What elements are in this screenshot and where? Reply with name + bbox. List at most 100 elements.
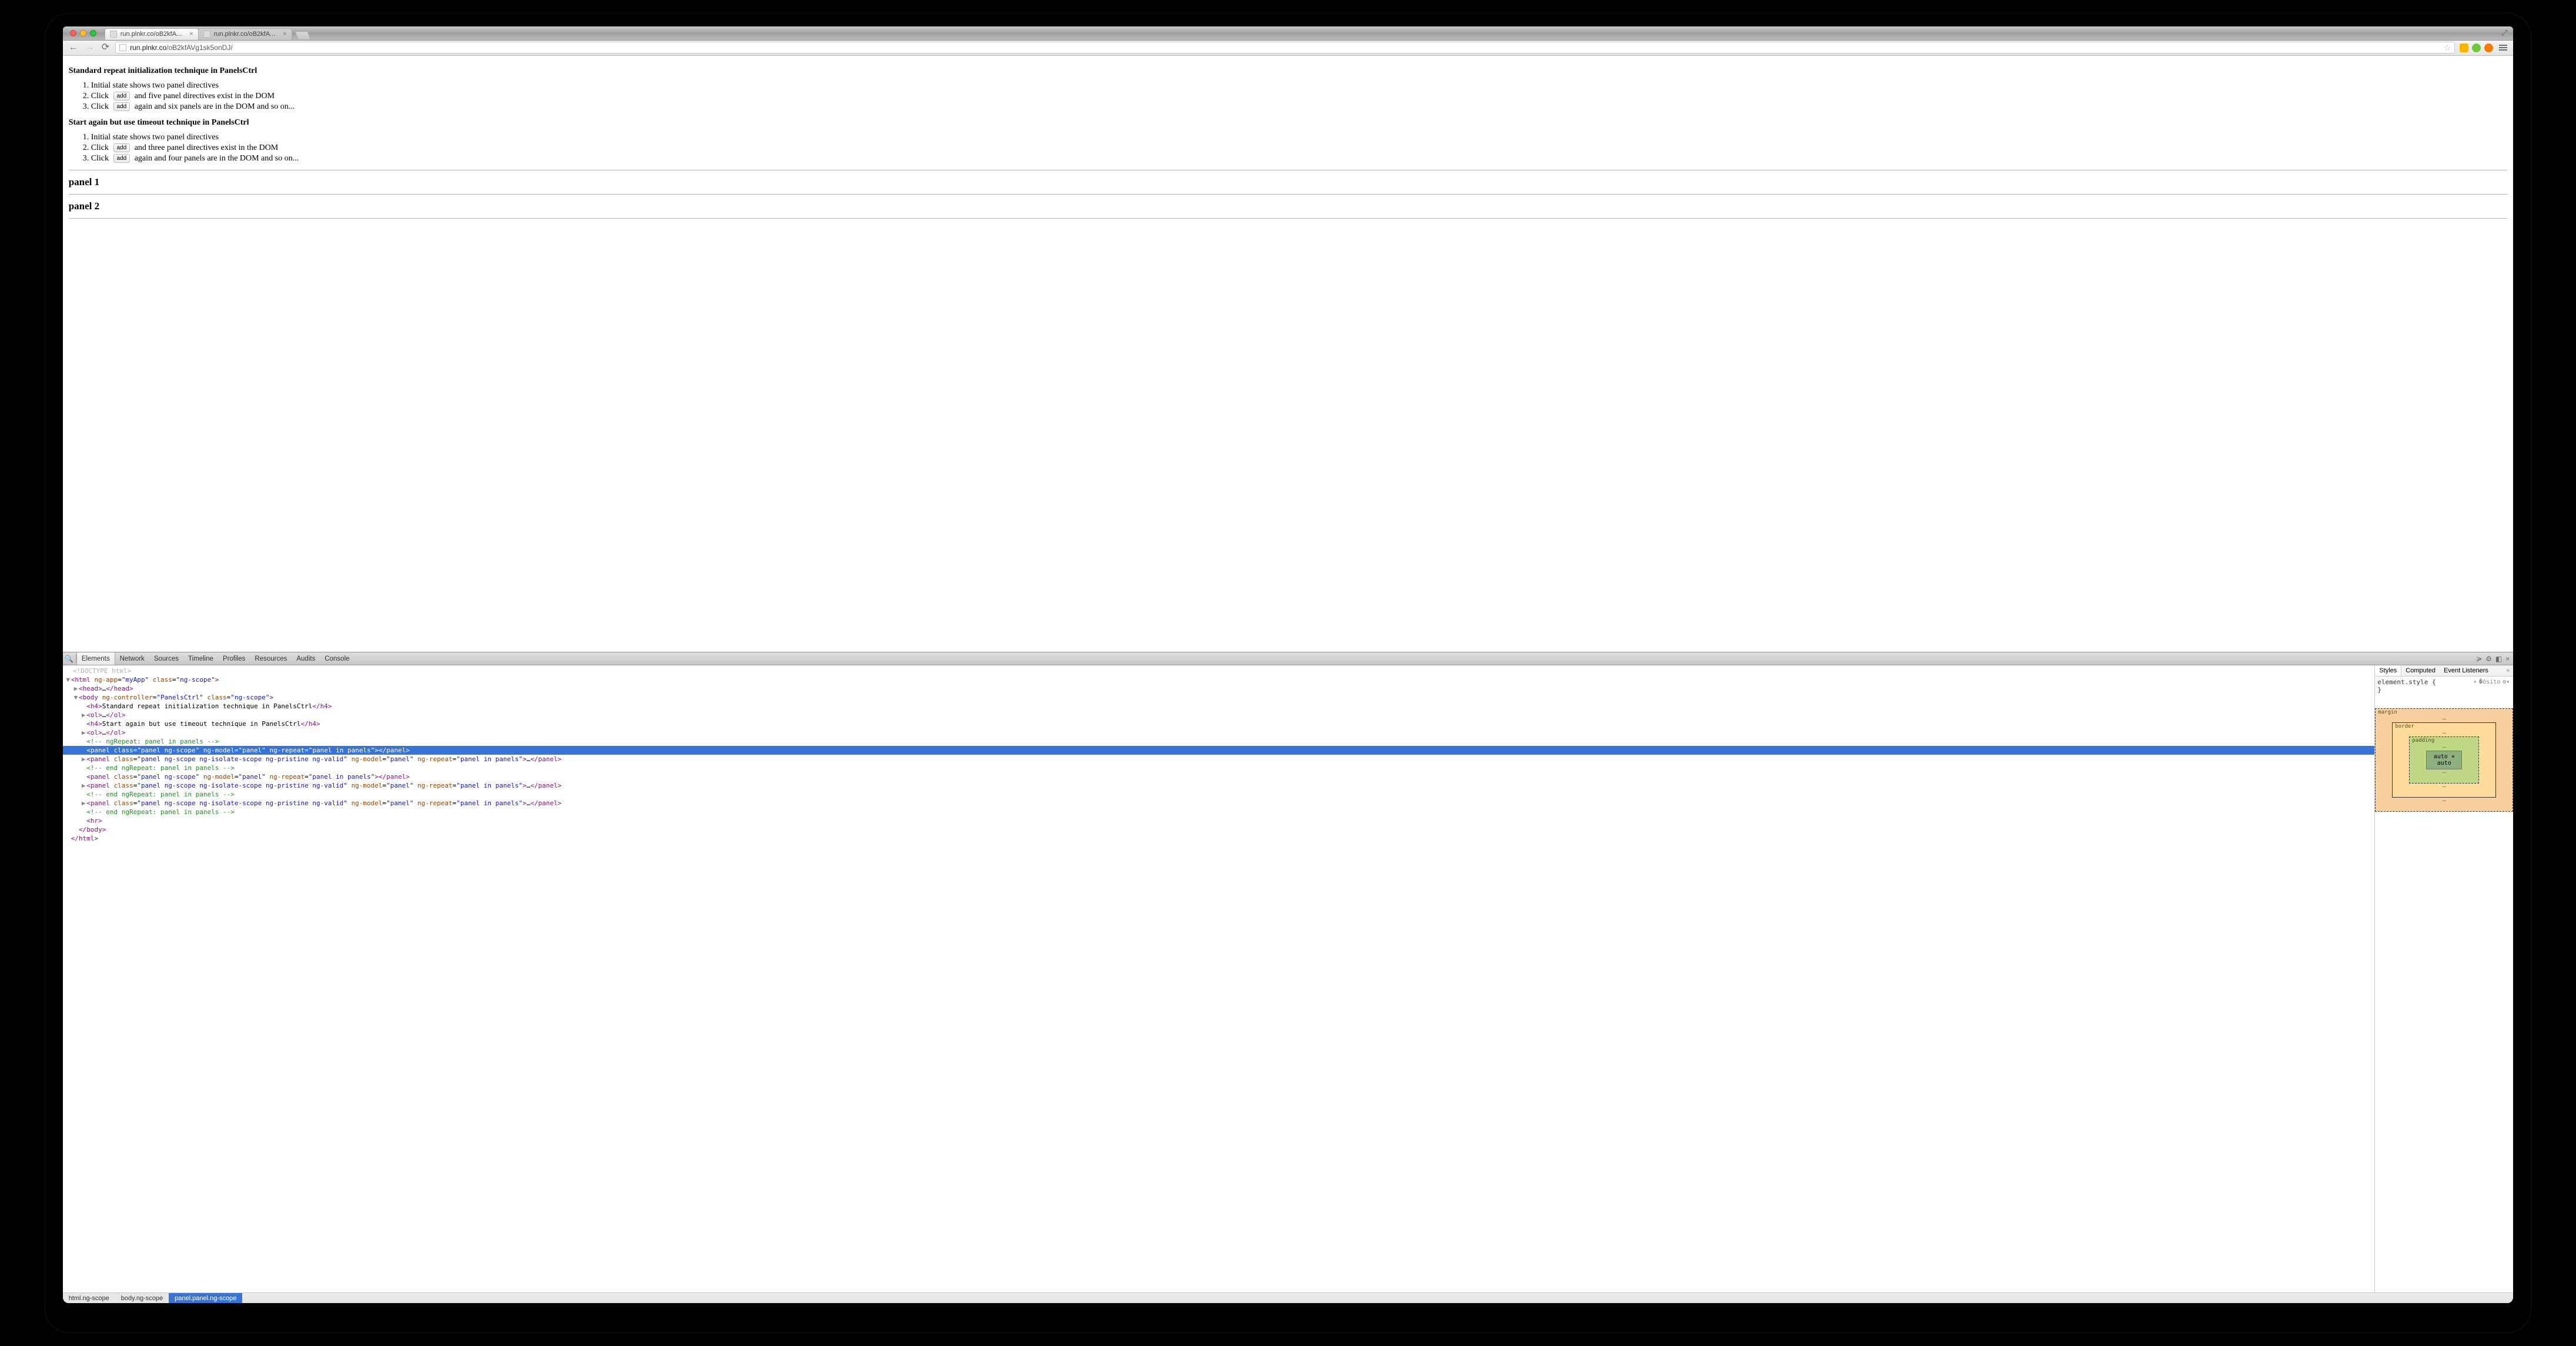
browser-tab-1[interactable]: run.plnkr.co/oB2kfAVg1sk… × — [105, 28, 199, 40]
tab-elements[interactable]: Elements — [76, 652, 115, 665]
elements-node[interactable]: <!-- end ngRepeat: panel in panels --> — [63, 808, 2375, 816]
list-text: Initial state shows two panel directives — [91, 133, 219, 142]
device-frame: run.plnkr.co/oB2kfAVg1sk… × run.plnkr.co… — [45, 14, 2531, 1332]
browser-tab-2-title: run.plnkr.co/oB2kfAVg1sk… — [214, 31, 280, 38]
elements-node[interactable]: ▶<ol>…</ol> — [63, 711, 2375, 719]
add-button[interactable]: add — [113, 154, 131, 163]
panel-heading-2: panel 2 — [69, 200, 2508, 212]
elements-tree[interactable]: <!DOCTYPE html>▼<html ng-app="myApp" cla… — [63, 665, 2375, 1293]
browser-tab-2[interactable]: run.plnkr.co/oB2kfAVg1sk… × — [198, 28, 292, 40]
document-icon — [110, 31, 117, 38]
tab-profiles[interactable]: Profiles — [218, 652, 250, 665]
elements-node[interactable]: ▶<ol>…</ol> — [63, 728, 2375, 737]
styles-tab-styles[interactable]: Styles — [2375, 665, 2401, 676]
forward-button[interactable]: → — [84, 43, 96, 52]
box-model-content[interactable]: auto × auto — [2426, 751, 2462, 769]
new-tab-button[interactable] — [295, 31, 310, 39]
toggle-state-icon[interactable]: �ósito — [2478, 679, 2501, 685]
list-text: Click — [91, 102, 109, 111]
style-rule-selector[interactable]: element.style { — [2377, 678, 2472, 686]
gear-icon[interactable]: ⚙ — [2485, 655, 2492, 663]
list-timeout: Initial state shows two panel directives… — [69, 132, 2508, 164]
divider — [69, 218, 2508, 219]
close-icon[interactable]: × — [189, 31, 193, 38]
tab-console[interactable]: Console — [320, 652, 354, 665]
bookmark-star-icon[interactable]: ☆ — [2444, 43, 2451, 53]
devtools-body: <!DOCTYPE html>▼<html ng-app="myApp" cla… — [63, 665, 2514, 1293]
elements-node[interactable]: ▼<html ng-app="myApp" class="ng-scope"> — [63, 675, 2375, 684]
crumb-body[interactable]: body.ng-scope — [115, 1293, 169, 1303]
elements-node[interactable]: <hr> — [63, 816, 2375, 825]
styles-pane: Styles Computed Event Listeners » elemen… — [2374, 665, 2513, 1293]
box-model-padding[interactable]: padding – auto × auto – — [2409, 736, 2479, 784]
more-icon[interactable]: » — [2503, 665, 2513, 676]
list-text: Initial state shows two panel directives — [91, 81, 219, 90]
reload-button[interactable]: ⟳ — [101, 43, 111, 52]
back-button[interactable]: ← — [68, 43, 79, 52]
tab-network[interactable]: Network — [115, 652, 149, 665]
list-text: Click — [91, 154, 109, 163]
extension-icon[interactable] — [2460, 43, 2468, 52]
extension-icon[interactable] — [2484, 43, 2493, 52]
elements-node[interactable]: <!-- ngRepeat: panel in panels --> — [63, 737, 2375, 746]
elements-node[interactable]: <h4>Standard repeat initialization techn… — [63, 702, 2375, 711]
styles-tab-event-listeners[interactable]: Event Listeners — [2440, 665, 2493, 676]
dash: – — [2443, 798, 2446, 804]
styles-rules: element.style { + �ósito ⚙▾ } — [2375, 677, 2513, 695]
window-zoom-button[interactable] — [90, 30, 96, 36]
page-viewport[interactable]: Standard repeat initialization technique… — [63, 56, 2514, 652]
dock-icon[interactable]: ◧ — [2495, 655, 2502, 663]
extension-icon[interactable] — [2472, 43, 2481, 52]
box-model-margin[interactable]: margin – border – padding – auto × auto — [2375, 708, 2513, 812]
list-text: again and six panels are in the DOM and … — [135, 102, 295, 111]
box-model: margin – border – padding – auto × auto — [2375, 695, 2513, 1293]
new-rule-icon[interactable]: + — [2472, 679, 2478, 685]
elements-node[interactable]: <!-- end ngRepeat: panel in panels --> — [63, 790, 2375, 799]
close-icon[interactable]: × — [283, 31, 286, 38]
page-body: Standard repeat initialization technique… — [63, 56, 2514, 234]
box-model-border[interactable]: border – padding – auto × auto – — [2392, 722, 2496, 798]
search-icon[interactable]: 🔍 — [63, 652, 76, 665]
address-bar[interactable]: run.plnkr.co/oB2kfAVg1sk5onDJ/ ☆ — [115, 42, 2455, 53]
window-close-button[interactable] — [70, 30, 76, 36]
elements-node[interactable]: </html> — [63, 834, 2375, 843]
dash: – — [2443, 769, 2446, 776]
crumb-panel[interactable]: panel.panel.ng-scope — [169, 1293, 242, 1303]
elements-node[interactable]: <h4>Start again but use timeout techniqu… — [63, 719, 2375, 728]
list-item: Click add again and four panels are in t… — [91, 153, 2508, 164]
add-button[interactable]: add — [113, 92, 131, 101]
tab-resources[interactable]: Resources — [250, 652, 292, 665]
elements-node[interactable]: <panel class="panel ng-scope" ng-model="… — [63, 746, 2375, 755]
tab-sources[interactable]: Sources — [149, 652, 183, 665]
gear-icon[interactable]: ⚙▾ — [2501, 679, 2511, 685]
elements-node[interactable]: ▶<panel class="panel ng-scope ng-isolate… — [63, 799, 2375, 808]
chrome-menu-button[interactable] — [2498, 43, 2508, 52]
elements-node[interactable]: ▶<panel class="panel ng-scope ng-isolate… — [63, 755, 2375, 764]
tab-audits[interactable]: Audits — [292, 652, 320, 665]
fullscreen-icon[interactable]: ⤢ — [2501, 28, 2508, 40]
console-drawer-icon[interactable]: ≽ — [2476, 655, 2482, 663]
elements-node[interactable]: </body> — [63, 825, 2375, 834]
close-icon[interactable]: × — [2505, 655, 2510, 663]
elements-node[interactable]: <!DOCTYPE html> — [63, 667, 2375, 675]
list-text: and five panel directives exist in the D… — [135, 92, 275, 101]
elements-node[interactable]: ▶<head>…</head> — [63, 684, 2375, 693]
window-minimize-button[interactable] — [80, 30, 86, 36]
crumb-html[interactable]: html.ng-scope — [63, 1293, 115, 1303]
elements-node[interactable]: <panel class="panel ng-scope" ng-model="… — [63, 772, 2375, 781]
dash: – — [2443, 730, 2446, 736]
add-button[interactable]: add — [113, 143, 131, 152]
tab-timeline[interactable]: Timeline — [183, 652, 218, 665]
elements-node[interactable]: <!-- end ngRepeat: panel in panels --> — [63, 764, 2375, 772]
add-button[interactable]: add — [113, 102, 131, 111]
elements-node[interactable]: ▶<panel class="panel ng-scope ng-isolate… — [63, 781, 2375, 790]
traffic-lights — [68, 30, 105, 40]
browser-tab-1-title: run.plnkr.co/oB2kfAVg1sk… — [121, 31, 186, 38]
divider — [69, 194, 2508, 195]
dash: – — [2443, 784, 2446, 790]
screen: run.plnkr.co/oB2kfAVg1sk… × run.plnkr.co… — [63, 26, 2514, 1303]
devtools-right-controls: ≽ ⚙ ◧ × — [2476, 652, 2513, 665]
window-titlebar: run.plnkr.co/oB2kfAVg1sk… × run.plnkr.co… — [63, 26, 2514, 41]
styles-tab-computed[interactable]: Computed — [2401, 665, 2440, 676]
elements-node[interactable]: ▼<body ng-controller="PanelsCtrl" class=… — [63, 693, 2375, 702]
